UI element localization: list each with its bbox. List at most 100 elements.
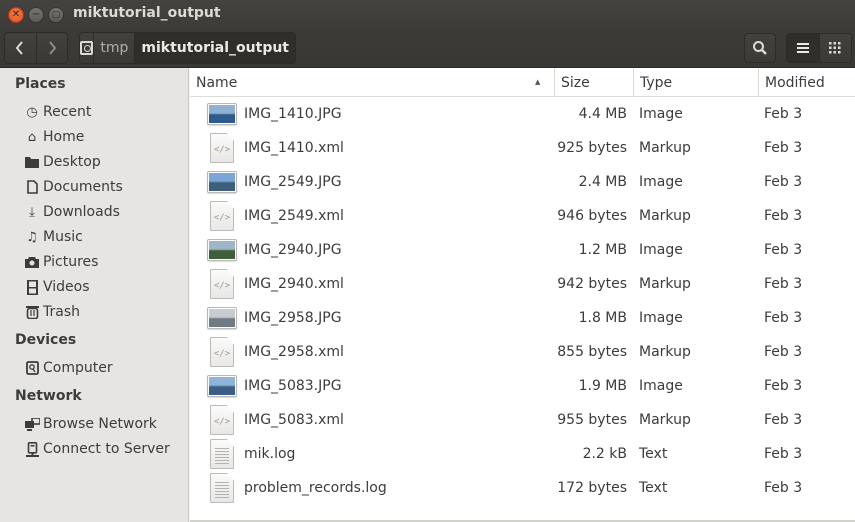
- file-type: Text: [639, 480, 668, 496]
- file-size: 946 bytes: [557, 208, 627, 224]
- file-row[interactable]: IMG_2549.JPG 2.4 MB Image Feb 3: [190, 165, 855, 199]
- window-title: miktutorial_output: [73, 5, 221, 21]
- document-icon: [24, 179, 40, 195]
- music-icon: ♫: [26, 229, 38, 245]
- sidebar-item-browse-network[interactable]: Browse Network: [24, 413, 184, 435]
- harddisk-icon: [24, 360, 40, 376]
- file-row[interactable]: mik.log 2.2 kB Text Feb 3: [190, 437, 855, 471]
- sidebar-item-label: Computer: [43, 360, 113, 376]
- sidebar-item-label: Connect to Server: [43, 441, 170, 457]
- file-row[interactable]: </> IMG_2940.xml 942 bytes Markup Feb 3: [190, 267, 855, 301]
- list-view-button[interactable]: [787, 34, 819, 62]
- path-root-button[interactable]: [80, 33, 95, 63]
- download-icon: ⤓: [29, 204, 35, 220]
- image-thumbnail-icon: [207, 374, 237, 398]
- text-file-icon: [207, 473, 237, 503]
- column-header-size[interactable]: Size: [554, 68, 633, 97]
- image-thumbnail-icon: [207, 306, 237, 330]
- file-modified: Feb 3: [764, 446, 803, 462]
- sidebar-item-recent[interactable]: ◷ Recent: [24, 101, 184, 123]
- camera-icon: [24, 254, 40, 270]
- file-modified: Feb 3: [764, 106, 803, 122]
- file-row[interactable]: IMG_2958.JPG 1.8 MB Image Feb 3: [190, 301, 855, 335]
- sidebar-item-home[interactable]: ⌂ Home: [24, 126, 184, 148]
- sidebar-heading-network: Network: [15, 388, 82, 404]
- toolbar: tmp miktutorial_output: [0, 30, 855, 68]
- file-size: 855 bytes: [557, 344, 627, 360]
- maximize-window-button[interactable]: ▢: [48, 7, 64, 23]
- file-size: 2.4 MB: [578, 174, 627, 190]
- grid-view-button[interactable]: [818, 34, 851, 62]
- sidebar-item-downloads[interactable]: ⤓ Downloads: [24, 201, 184, 223]
- file-type: Image: [639, 310, 683, 326]
- sidebar-heading-devices: Devices: [15, 332, 77, 348]
- network-icon: [24, 416, 40, 432]
- file-size: 955 bytes: [557, 412, 627, 428]
- sidebar-item-label: Browse Network: [43, 416, 157, 432]
- column-headers: Name ▲ Size Type Modified: [190, 68, 855, 97]
- column-header-label: Modified: [765, 74, 825, 91]
- sidebar-item-music[interactable]: ♫ Music: [24, 226, 184, 248]
- path-bar: tmp miktutorial_output: [79, 32, 296, 64]
- list-view-icon: [796, 43, 809, 53]
- markup-file-icon: </>: [207, 405, 237, 435]
- home-icon: ⌂: [27, 129, 37, 145]
- sidebar-item-desktop[interactable]: Desktop: [24, 151, 184, 173]
- file-type: Markup: [639, 412, 691, 428]
- markup-file-icon: </>: [207, 337, 237, 367]
- sidebar-item-videos[interactable]: Videos: [24, 276, 184, 298]
- sidebar-item-label: Pictures: [43, 254, 99, 270]
- file-row[interactable]: </> IMG_2958.xml 855 bytes Markup Feb 3: [190, 335, 855, 369]
- sidebar-item-label: Music: [43, 229, 83, 245]
- file-type: Markup: [639, 208, 691, 224]
- minimize-icon: −: [31, 9, 41, 20]
- markup-file-icon: </>: [207, 201, 237, 231]
- file-name: IMG_1410.xml: [244, 140, 344, 156]
- file-size: 172 bytes: [557, 480, 627, 496]
- text-file-icon: [207, 439, 237, 469]
- back-button[interactable]: [5, 33, 36, 63]
- close-window-button[interactable]: ✕: [8, 7, 24, 23]
- sidebar-item-pictures[interactable]: Pictures: [24, 251, 184, 273]
- file-modified: Feb 3: [764, 310, 803, 326]
- file-row[interactable]: IMG_5083.JPG 1.9 MB Image Feb 3: [190, 369, 855, 403]
- file-row[interactable]: </> IMG_2549.xml 946 bytes Markup Feb 3: [190, 199, 855, 233]
- sidebar-item-label: Desktop: [43, 154, 101, 170]
- folder-icon: [24, 154, 40, 170]
- file-row[interactable]: IMG_1410.JPG 4.4 MB Image Feb 3: [190, 97, 855, 131]
- maximize-icon: ▢: [51, 9, 61, 20]
- path-segment-tmp[interactable]: tmp: [94, 33, 135, 63]
- forward-button[interactable]: [35, 33, 67, 63]
- file-name: IMG_2549.JPG: [244, 174, 342, 190]
- minimize-window-button[interactable]: −: [28, 7, 44, 23]
- file-type: Image: [639, 378, 683, 394]
- title-bar: ✕ − ▢ miktutorial_output: [0, 0, 855, 30]
- sidebar-item-label: Downloads: [43, 204, 120, 220]
- file-name: IMG_2940.xml: [244, 276, 344, 292]
- sidebar-item-connect-to-server[interactable]: Connect to Server: [24, 438, 184, 460]
- file-modified: Feb 3: [764, 344, 803, 360]
- file-name: IMG_2958.xml: [244, 344, 344, 360]
- column-header-modified[interactable]: Modified: [758, 68, 855, 97]
- file-type: Markup: [639, 276, 691, 292]
- column-header-name[interactable]: Name: [190, 68, 554, 97]
- file-row[interactable]: IMG_2940.JPG 1.2 MB Image Feb 3: [190, 233, 855, 267]
- sidebar-item-documents[interactable]: Documents: [24, 176, 184, 198]
- file-modified: Feb 3: [764, 480, 803, 496]
- markup-file-icon: </>: [207, 269, 237, 299]
- sidebar-item-computer[interactable]: Computer: [24, 357, 184, 379]
- image-thumbnail-icon: [207, 102, 237, 126]
- sidebar-item-trash[interactable]: Trash: [24, 301, 184, 323]
- search-button[interactable]: [744, 33, 776, 63]
- search-icon: [753, 41, 767, 55]
- file-type: Markup: [639, 344, 691, 360]
- file-row[interactable]: problem_records.log 172 bytes Text Feb 3: [190, 471, 855, 505]
- file-modified: Feb 3: [764, 378, 803, 394]
- column-header-label: Type: [640, 74, 673, 91]
- column-header-type[interactable]: Type: [633, 68, 758, 97]
- file-row[interactable]: </> IMG_1410.xml 925 bytes Markup Feb 3: [190, 131, 855, 165]
- file-row[interactable]: </> IMG_5083.xml 955 bytes Markup Feb 3: [190, 403, 855, 437]
- file-name: problem_records.log: [244, 480, 387, 496]
- path-segment-current[interactable]: miktutorial_output: [134, 33, 295, 63]
- sidebar-item-label: Documents: [43, 179, 123, 195]
